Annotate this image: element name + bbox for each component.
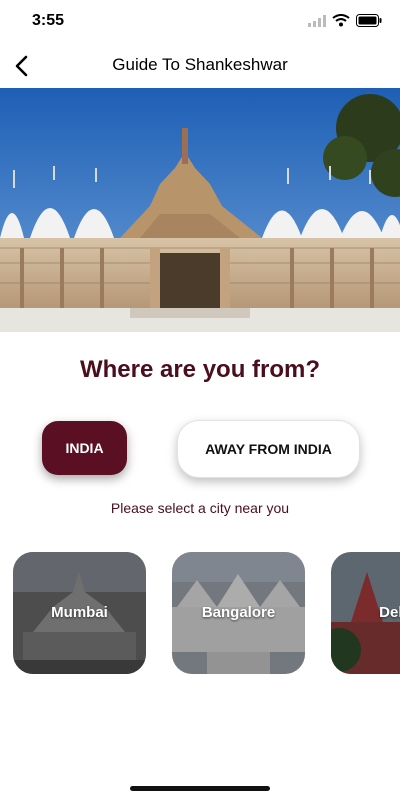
- hero-temple-image: [0, 88, 400, 332]
- city-card-delhi[interactable]: Delhi: [331, 552, 400, 674]
- origin-question: Where are you from?: [79, 356, 321, 383]
- status-time: 3:55: [32, 12, 65, 29]
- city-label: Delhi: [379, 604, 400, 621]
- battery-icon: [356, 14, 382, 27]
- status-icons: [308, 14, 382, 27]
- city-label: Bangalore: [201, 604, 276, 621]
- city-card-bangalore[interactable]: Bangalore: [172, 552, 305, 674]
- home-indicator[interactable]: [130, 786, 270, 791]
- app-header: Guide To Shankeshwar: [0, 44, 400, 88]
- page-title: Guide To Shankeshwar: [112, 55, 288, 74]
- away-from-india-button[interactable]: AWAY FROM INDIA: [177, 420, 360, 478]
- india-button[interactable]: INDIA: [42, 421, 127, 475]
- city-carousel[interactable]: Mumbai Bangalore Delhi: [0, 552, 400, 676]
- status-bar: 3:55: [0, 0, 400, 44]
- signal-icon: [308, 14, 326, 27]
- city-select-hint: Please select a city near you: [110, 500, 290, 516]
- wifi-icon: [332, 14, 350, 27]
- city-label: Mumbai: [51, 604, 108, 621]
- city-card-mumbai[interactable]: Mumbai: [13, 552, 146, 674]
